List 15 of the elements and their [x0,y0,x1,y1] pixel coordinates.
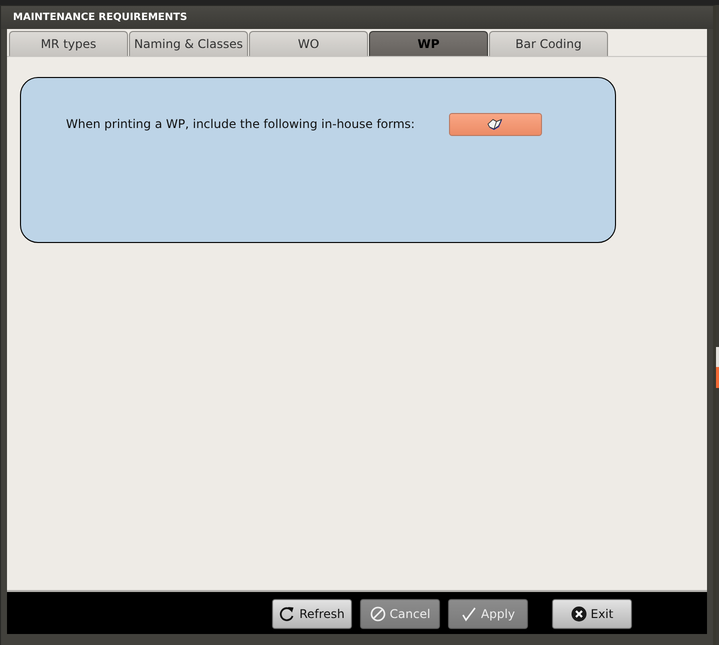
exit-button[interactable]: Exit [552,599,632,629]
tab[interactable]: WP [369,31,488,56]
refresh-button[interactable]: Refresh [272,599,352,629]
window-title: MAINTENANCE REQUIREMENTS [12,12,188,23]
tab[interactable]: MR types [9,31,128,56]
tab[interactable]: Naming & Classes [129,31,248,56]
tab[interactable]: WO [249,31,368,56]
forms-label: When printing a WP, include the following in-house forms: [66,117,415,131]
book-icon [487,118,504,130]
tab[interactable]: Bar Coding [489,31,608,56]
cancel-icon [370,606,386,622]
check-icon [461,606,478,622]
forms-button[interactable] [448,113,542,136]
close-icon [570,606,587,622]
refresh-icon [279,606,296,622]
